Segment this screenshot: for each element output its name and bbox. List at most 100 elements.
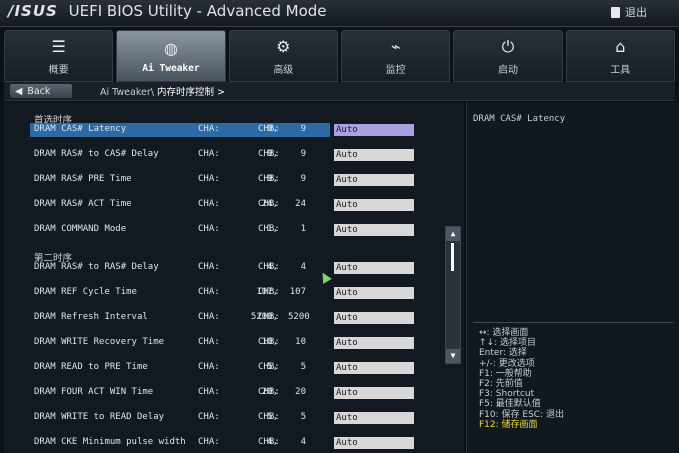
monitor-icon: ⌁ — [390, 36, 401, 56]
channel-a-label: CHA: — [198, 362, 220, 372]
timing-name: DRAM COMMAND Mode — [34, 224, 127, 234]
hotkey-hint: F5: 最佳默认值 — [479, 399, 541, 410]
settings-panel: 首选时序 第二时序 DRAM CAS# Latency CHA: 9, CHB: 9 Au… — [4, 102, 464, 453]
channel-b-value: 5 — [300, 362, 306, 372]
timing-name: DRAM WRITE Recovery Time — [34, 337, 165, 347]
exit-icon — [611, 6, 620, 18]
channel-b-value: 20 — [295, 387, 306, 397]
timing-row[interactable]: DRAM REF Cycle Time CHA: 107, CHB: 107 Auto — [32, 287, 420, 300]
navigation-bar: ◀ Back Ai Tweaker\ 内存时序控制 > — [4, 82, 675, 101]
hotkey-hint: Enter: 选择 — [479, 348, 527, 359]
timing-value-field[interactable]: Auto — [334, 362, 414, 374]
timing-value-field[interactable]: Auto — [334, 337, 414, 349]
timing-name: DRAM FOUR ACT WIN Time — [34, 387, 154, 397]
title-bar: /ISUS UEFI BIOS Utility - Advanced Mode … — [0, 0, 679, 27]
tab-label: 工具 — [610, 64, 631, 76]
channel-b-value: 1 — [300, 224, 306, 234]
timing-row[interactable]: DRAM WRITE to READ Delay CHA: 5, CHB: 5 Auto — [32, 412, 420, 425]
tool-icon: ⌂ — [615, 36, 626, 56]
timing-value-field[interactable]: Auto — [334, 412, 414, 424]
tab-list[interactable]: ☰ 概要 — [4, 30, 114, 82]
channel-b-value: 5200 — [288, 312, 310, 322]
scroll-up-icon[interactable]: ▲ — [446, 227, 460, 241]
scroll-thumb[interactable] — [451, 243, 454, 271]
channel-a-label: CHA: — [198, 437, 220, 447]
timing-row[interactable]: DRAM FOUR ACT WIN Time CHA: 20, CHB: 20 Auto — [32, 387, 420, 400]
help-divider — [473, 322, 673, 323]
timing-row[interactable]: DRAM READ to PRE Time CHA: 5, CHB: 5 Auto — [32, 362, 420, 375]
channel-a-label: CHA: — [198, 287, 220, 297]
key-legend: ↔: 选择画面 ↑↓: 选择项目 Enter: 选择 +/-: 更改选项 F1: 一般帮… — [479, 328, 564, 430]
timing-value-field[interactable]: Auto — [334, 387, 414, 399]
channel-a-label: CHA: — [198, 412, 220, 422]
timing-row[interactable]: DRAM WRITE Recovery Time CHA: 10, CHB: 10 Aut… — [32, 337, 420, 350]
timing-name: DRAM RAS# PRE Time — [34, 174, 132, 184]
timing-row[interactable]: DRAM RAS# to RAS# Delay CHA: 4, CHB: 4 Auto — [32, 262, 420, 275]
back-button[interactable]: ◀ Back — [10, 84, 72, 98]
timing-value-field[interactable]: Auto — [334, 437, 414, 449]
channel-b-value: 4 — [300, 437, 306, 447]
exit-label: 退出 — [625, 6, 647, 19]
tab-monitor[interactable]: ⌁ 监控 — [340, 30, 451, 82]
channel-b-label: CHB: — [258, 174, 280, 184]
timing-name: DRAM RAS# to CAS# Delay — [34, 149, 159, 159]
timing-value-field[interactable]: Auto — [334, 149, 414, 161]
tab-label: 概要 — [48, 64, 69, 76]
channel-b-label: CHB: — [258, 412, 280, 422]
timing-name: DRAM Refresh Interval — [34, 312, 148, 322]
hotkey-hint: ↑↓: 选择项目 — [479, 338, 536, 349]
timing-value-field[interactable]: Auto — [334, 124, 414, 136]
breadcrumb-current: 内存时序控制 > — [156, 87, 225, 98]
channel-a-label: CHA: — [198, 224, 220, 234]
hotkey-hint: ↔: 选择画面 — [479, 328, 529, 338]
channel-b-label: CHB: — [258, 287, 280, 297]
channel-b-value: 10 — [295, 337, 306, 347]
timing-row[interactable]: DRAM CAS# Latency CHA: 9, CHB: 9 Auto — [30, 123, 420, 137]
breadcrumb-parent[interactable]: Ai Tweaker\ — [100, 87, 154, 98]
channel-b-label: CHB: — [258, 387, 280, 397]
channel-b-value: 4 — [300, 262, 306, 272]
timing-row[interactable]: DRAM RAS# PRE Time CHA: 9, CHB: 9 Auto — [32, 174, 420, 187]
timing-row[interactable]: DRAM RAS# ACT Time CHA: 24, CHB: 24 Auto — [32, 199, 420, 212]
tab-ai-tweaker[interactable]: ◍ Ai Tweaker — [116, 30, 226, 82]
channel-b-label: CHB: — [258, 149, 280, 159]
timing-value-field[interactable]: Auto — [334, 262, 414, 274]
channel-b-value: 9 — [300, 174, 306, 184]
channel-a-label: CHA: — [198, 149, 220, 159]
channel-a-label: CHA: — [198, 262, 220, 272]
channel-b-label: CHB: — [258, 437, 280, 447]
tab-advanced[interactable]: ⚙ 高级 — [228, 30, 338, 82]
timing-row[interactable]: DRAM CKE Minimum pulse width CHA: 4, CHB: 4 A… — [32, 437, 420, 450]
channel-a-label: CHA: — [198, 312, 220, 322]
channel-a-label: CHA: — [198, 124, 220, 134]
help-panel: DRAM CAS# Latency ↔: 选择画面 ↑↓: 选择项目 Enter: … — [466, 102, 679, 453]
timing-value-field[interactable]: Auto — [334, 199, 414, 211]
timing-value-field[interactable]: Auto — [334, 174, 414, 186]
scrollbar[interactable]: ▲ ▼ — [445, 226, 461, 364]
channel-b-label: CHB: — [258, 337, 280, 347]
timing-value-field[interactable]: Auto — [334, 287, 414, 299]
tab-power[interactable]: ⏻ 启动 — [453, 30, 563, 82]
scroll-down-icon[interactable]: ▼ — [446, 349, 460, 363]
timing-name: DRAM RAS# to RAS# Delay — [34, 262, 159, 272]
timing-row[interactable]: DRAM RAS# to CAS# Delay CHA: 9, CHB: 9 Auto — [32, 149, 420, 162]
list-icon: ☰ — [51, 36, 66, 56]
tab-tool[interactable]: ⌂ 工具 — [565, 30, 675, 82]
timing-name: DRAM CAS# Latency — [34, 124, 127, 134]
breadcrumb: Ai Tweaker\ 内存时序控制 > — [100, 84, 225, 98]
channel-a-label: CHA: — [198, 174, 220, 184]
tab-label: 高级 — [273, 64, 294, 76]
tab-label: 监控 — [385, 64, 406, 76]
timing-row[interactable]: DRAM Refresh Interval CHA: 5200, CHB: 5200 Au… — [32, 312, 420, 325]
timing-name: DRAM REF Cycle Time — [34, 287, 137, 297]
hotkey-hint: F10: 保存 ESC: 退出 — [479, 409, 564, 420]
channel-b-value: 9 — [300, 149, 306, 159]
timing-row[interactable]: DRAM COMMAND Mode CHA: 1, CHB: 1 Auto — [32, 224, 420, 237]
advanced-icon: ⚙ — [276, 36, 291, 56]
asus-logo: /ISUS — [8, 2, 58, 20]
timing-value-field[interactable]: Auto — [334, 224, 414, 236]
timing-value-field[interactable]: Auto — [334, 312, 414, 324]
channel-b-label: CHB: — [258, 224, 280, 234]
brand: /ISUS UEFI BIOS Utility - Advanced Mode — [8, 2, 327, 22]
exit-button[interactable]: 退出 — [611, 3, 667, 21]
